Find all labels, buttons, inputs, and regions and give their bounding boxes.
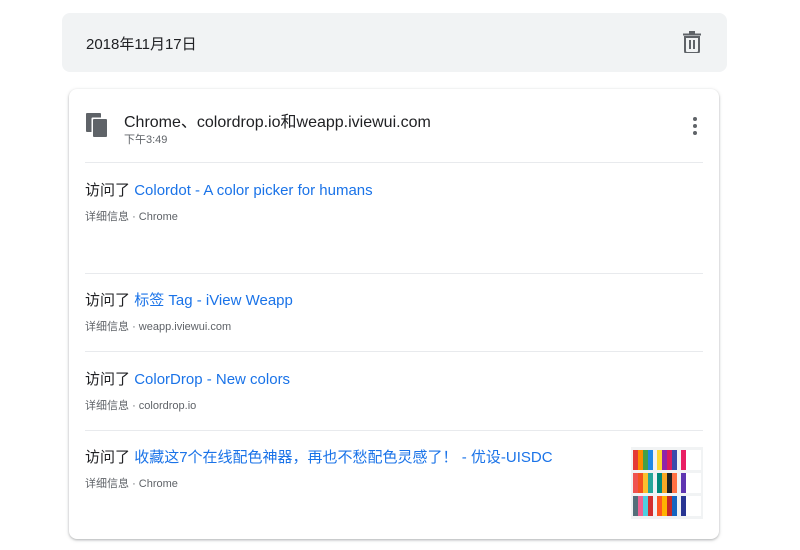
entry-meta: 详细信息 · colordrop.io bbox=[85, 397, 703, 413]
thumbnail-palette bbox=[633, 496, 653, 516]
meta-separator: · bbox=[132, 400, 136, 412]
history-entry: 访问了 标签 Tag - iView Weapp 详细信息 · weapp.iv… bbox=[85, 291, 703, 334]
group-title: Chrome、colordrop.io和weapp.iviewui.com bbox=[124, 114, 431, 131]
meta-separator: · bbox=[132, 321, 136, 333]
visited-prefix: 访问了 bbox=[85, 449, 131, 466]
entry-line: 访问了 Colordot - A color picker for humans bbox=[85, 181, 703, 201]
visited-prefix: 访问了 bbox=[85, 182, 131, 199]
entry-meta: 详细信息 · Chrome bbox=[85, 475, 703, 491]
visited-prefix: 访问了 bbox=[85, 371, 131, 388]
divider bbox=[85, 273, 703, 274]
details-link[interactable]: 详细信息 bbox=[85, 211, 129, 223]
details-link[interactable]: 详细信息 bbox=[85, 400, 129, 412]
thumbnail-palette bbox=[657, 496, 677, 516]
thumbnail-palette bbox=[681, 450, 701, 470]
entry-source: colordrop.io bbox=[138, 400, 197, 412]
divider bbox=[85, 430, 703, 431]
trash-icon[interactable] bbox=[683, 31, 701, 53]
thumbnail-palette bbox=[657, 473, 677, 493]
visited-prefix: 访问了 bbox=[85, 292, 131, 309]
date-label: 2018年11月17日 bbox=[86, 36, 197, 53]
entry-link[interactable]: Colordot - A color picker for humans bbox=[134, 182, 372, 199]
date-header: 2018年11月17日 bbox=[62, 13, 727, 72]
entry-link[interactable]: ColorDrop - New colors bbox=[134, 371, 290, 388]
history-entry: 访问了 Colordot - A color picker for humans… bbox=[85, 181, 703, 224]
entry-source: Chrome bbox=[138, 211, 178, 223]
entry-source: weapp.iviewui.com bbox=[138, 321, 232, 333]
entry-meta: 详细信息 · Chrome bbox=[85, 208, 703, 224]
thumbnail-palette bbox=[633, 473, 653, 493]
entry-link[interactable]: 收藏这7个在线配色神器，再也不愁配色灵感了！ - 优设-UISDC bbox=[134, 449, 552, 466]
group-time: 下午3:49 bbox=[124, 134, 168, 146]
thumbnail-palette bbox=[657, 450, 677, 470]
divider bbox=[85, 351, 703, 352]
history-card: Chrome、colordrop.io和weapp.iviewui.com 下午… bbox=[69, 89, 719, 539]
thumbnail-palette bbox=[633, 450, 653, 470]
thumbnail-palette bbox=[681, 496, 701, 516]
meta-separator: · bbox=[132, 211, 136, 223]
copy-icon bbox=[86, 113, 108, 138]
group-header: Chrome、colordrop.io和weapp.iviewui.com 下午… bbox=[69, 89, 719, 163]
entry-line: 访问了 标签 Tag - iView Weapp bbox=[85, 291, 703, 311]
thumbnail-palette bbox=[681, 473, 701, 493]
page-thumbnail[interactable] bbox=[631, 447, 703, 519]
history-entry: 访问了 收藏这7个在线配色神器，再也不愁配色灵感了！ - 优设-UISDC 详细… bbox=[85, 448, 703, 491]
meta-separator: · bbox=[132, 478, 136, 490]
divider bbox=[85, 162, 703, 163]
entry-link[interactable]: 标签 Tag - iView Weapp bbox=[134, 292, 293, 309]
entry-line: 访问了 ColorDrop - New colors bbox=[85, 370, 703, 390]
more-vert-icon[interactable] bbox=[685, 115, 705, 137]
entry-line: 访问了 收藏这7个在线配色神器，再也不愁配色灵感了！ - 优设-UISDC bbox=[85, 448, 703, 468]
details-link[interactable]: 详细信息 bbox=[85, 478, 129, 490]
details-link[interactable]: 详细信息 bbox=[85, 321, 129, 333]
entry-meta: 详细信息 · weapp.iviewui.com bbox=[85, 318, 703, 334]
entry-source: Chrome bbox=[138, 478, 178, 490]
history-entry: 访问了 ColorDrop - New colors 详细信息 · colord… bbox=[85, 370, 703, 413]
